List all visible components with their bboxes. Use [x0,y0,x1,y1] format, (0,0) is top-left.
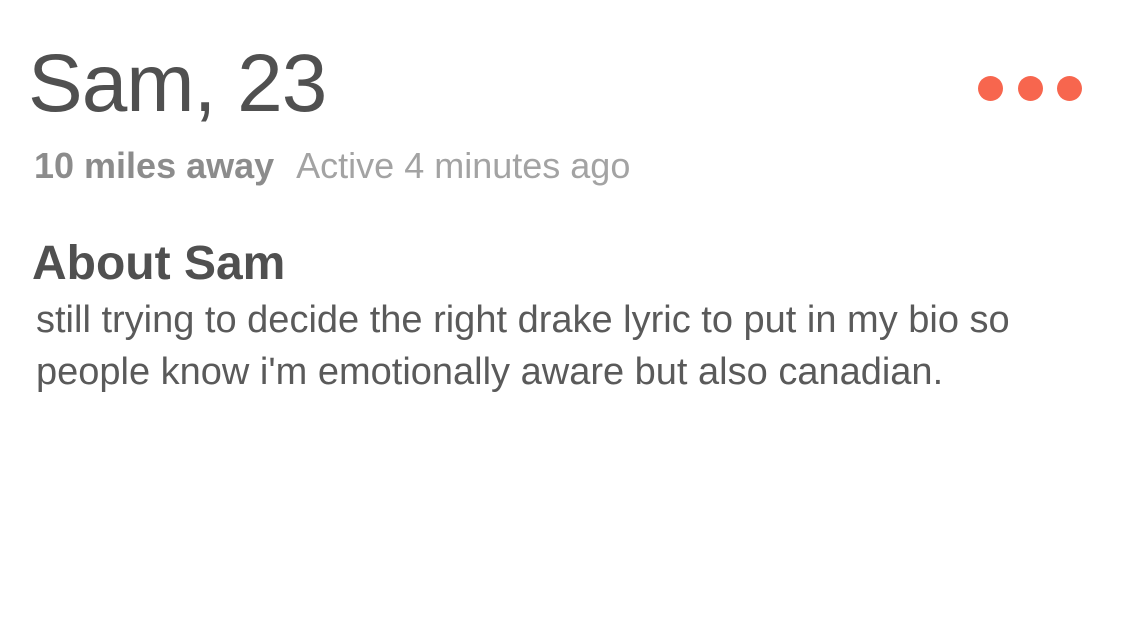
more-options-icon [978,75,1003,101]
about-heading: About Sam [32,237,286,290]
more-options-icon [1017,75,1043,101]
more-options-icon [1057,75,1082,101]
profile-card: Sam, 23 10 miles away Active 4 minutes ag… [0,0,1136,640]
bio-text: still trying to decide the right drake l… [36,299,1010,393]
active-status: Active 4 minutes ago [296,145,631,186]
more-options-button[interactable] [972,70,1088,106]
distance-label: 10 miles away [34,145,275,186]
profile-meta: 10 miles away Active 4 minutes ago [34,144,630,188]
profile-name-age: Sam, 23 [28,38,327,129]
